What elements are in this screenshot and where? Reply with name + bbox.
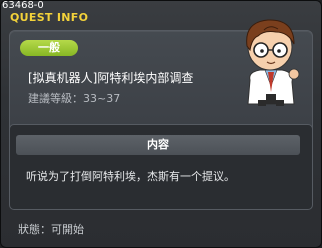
window-title: QUEST INFO: [10, 11, 89, 24]
content-description: 听说为了打倒阿特利埃，杰斯有一个提议。: [26, 170, 235, 183]
quest-title: [拟真机器人]阿特利埃内部调查: [28, 71, 194, 85]
quest-id-label: 63468-0: [2, 0, 44, 11]
level-requirement: 建議等級：33~37: [28, 92, 121, 105]
scientist-npc-portrait: [246, 19, 300, 106]
quest-category-badge: 一般: [20, 40, 78, 56]
quest-status: 狀態：可開始: [18, 223, 84, 236]
content-header: 内容: [16, 135, 300, 155]
